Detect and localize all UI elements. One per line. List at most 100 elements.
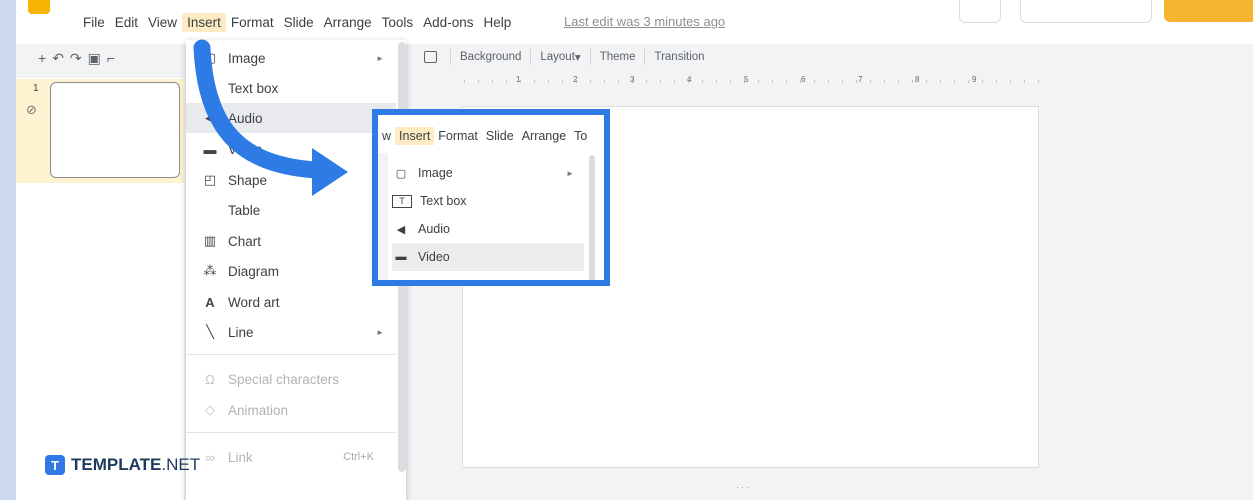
textbox-icon: T bbox=[206, 80, 214, 96]
ruler-number: 9 bbox=[972, 75, 977, 84]
menu-item-label: Special characters bbox=[228, 371, 340, 387]
zoom-side-panel bbox=[378, 153, 388, 280]
zoom-menu-format: Format bbox=[438, 129, 478, 143]
slide-animation-icon: ⊘ bbox=[26, 102, 37, 117]
insert-link-item: ∞ Link Ctrl+K bbox=[186, 442, 396, 472]
comment-icon[interactable] bbox=[424, 51, 437, 63]
insert-diagram-item[interactable]: ⁂ Diagram bbox=[186, 256, 396, 286]
paint-format-icon[interactable]: ⌐ bbox=[107, 50, 121, 66]
redo-icon[interactable]: ↷ bbox=[70, 50, 88, 66]
zoom-menu-slide: Slide bbox=[485, 129, 514, 143]
image-icon: ▢ bbox=[395, 167, 407, 180]
menu-edit[interactable]: Edit bbox=[110, 13, 143, 32]
menu-arrange[interactable]: Arrange bbox=[319, 13, 377, 32]
last-edit-link[interactable]: Last edit was 3 minutes ago bbox=[564, 14, 725, 29]
layout-button[interactable]: Layout bbox=[540, 51, 575, 63]
zoom-video-item: ▬ Video bbox=[392, 243, 584, 271]
submenu-arrow-icon: ► bbox=[376, 53, 384, 63]
ruler-number: 1 bbox=[516, 75, 521, 84]
textbox-icon: T bbox=[392, 194, 412, 208]
share-button[interactable] bbox=[1164, 0, 1253, 22]
resize-handle-icon[interactable]: ··· bbox=[736, 482, 751, 492]
toolbar-divider bbox=[589, 49, 591, 65]
menubar: File Edit View Insert Format Slide Arran… bbox=[16, 0, 1253, 44]
video-icon: ▬ bbox=[203, 141, 217, 157]
submenu-arrow-icon: ► bbox=[566, 168, 574, 178]
brand-name: TEMPLATE bbox=[71, 455, 162, 474]
ruler-number: 5 bbox=[744, 75, 749, 84]
slide-thumbnail[interactable] bbox=[50, 82, 180, 178]
menu-item-label: Table bbox=[228, 202, 261, 218]
background-button[interactable]: Background bbox=[460, 51, 521, 63]
shape-icon: ◰ bbox=[203, 172, 217, 187]
animation-icon: ◇ bbox=[205, 402, 215, 417]
chart-icon: ▥ bbox=[203, 233, 217, 248]
zoom-menu-insert: Insert bbox=[395, 127, 435, 145]
insert-line-item[interactable]: ╲ Line ► bbox=[186, 317, 396, 347]
ruler-number: 3 bbox=[630, 75, 635, 84]
zoom-menubar: w Insert Format Slide Arrange To bbox=[378, 127, 591, 145]
ruler-number: 8 bbox=[915, 75, 920, 84]
menu-item-label: Shape bbox=[228, 172, 268, 188]
insert-audio-item[interactable]: ◀ Audio bbox=[186, 103, 396, 133]
present-button[interactable] bbox=[1020, 0, 1152, 23]
menu-item-label: Text box bbox=[420, 194, 467, 208]
menu-item-label: Diagram bbox=[228, 263, 280, 279]
insert-textbox-item[interactable]: T Text box bbox=[186, 73, 396, 103]
horizontal-ruler bbox=[464, 75, 1039, 87]
menu-item-label: Link bbox=[228, 449, 253, 465]
toolbar-divider bbox=[530, 49, 532, 65]
word-art-icon: A bbox=[205, 294, 215, 310]
brand-logo: T TEMPLATE .NET bbox=[45, 455, 200, 475]
slide-number: 1 bbox=[33, 83, 39, 94]
menu-format[interactable]: Format bbox=[226, 13, 279, 32]
zoom-image-item: ▢ Image ► bbox=[392, 159, 584, 187]
menu-item-label: Audio bbox=[418, 222, 450, 236]
insert-table-item[interactable]: Table bbox=[186, 195, 396, 225]
transition-button[interactable]: Transition bbox=[654, 51, 704, 63]
theme-button[interactable]: Theme bbox=[600, 51, 636, 63]
undo-icon[interactable]: ↶ bbox=[52, 50, 70, 66]
menu-insert[interactable]: Insert bbox=[182, 13, 226, 32]
toolbar-divider bbox=[644, 49, 646, 65]
zoom-audio-item: ◀ Audio bbox=[392, 215, 584, 243]
zoom-textbox-item: T Text box bbox=[392, 187, 584, 215]
insert-word-art-item[interactable]: A Word art bbox=[186, 287, 396, 317]
toolbar-right: Background Layout ▾ Theme Transition bbox=[424, 49, 705, 65]
insert-chart-item[interactable]: ▥ Chart bbox=[186, 226, 396, 256]
menu-item-label: Video bbox=[418, 250, 450, 264]
menu-item-label: Audio bbox=[228, 110, 263, 126]
menu-item-label: Video bbox=[228, 141, 263, 157]
zoom-menu-arrange: Arrange bbox=[521, 129, 567, 143]
ruler-number: 6 bbox=[801, 75, 806, 84]
menu-view[interactable]: View bbox=[143, 13, 182, 32]
comment-history-button[interactable] bbox=[959, 0, 1001, 23]
menu-item-label: Image bbox=[418, 166, 453, 180]
menu-tools[interactable]: Tools bbox=[377, 13, 419, 32]
ruler-number: 2 bbox=[573, 75, 578, 84]
menu-item-label: Word art bbox=[228, 294, 280, 310]
menu-help[interactable]: Help bbox=[478, 13, 516, 32]
menu-slide[interactable]: Slide bbox=[279, 13, 319, 32]
audio-icon: ◀ bbox=[396, 223, 406, 236]
insert-shape-item[interactable]: ◰ Shape bbox=[186, 165, 396, 195]
toolbar-left-icons: +↶↷▣⌐ bbox=[38, 50, 121, 67]
ruler-number: 4 bbox=[687, 75, 692, 84]
insert-special-characters-item: Ω Special characters bbox=[186, 364, 396, 394]
menu-item-label: Image bbox=[228, 50, 266, 66]
menu-addons[interactable]: Add-ons bbox=[418, 13, 478, 32]
menu-file[interactable]: File bbox=[78, 13, 110, 32]
zoom-callout-content: w Insert Format Slide Arrange To ▢ Image… bbox=[378, 115, 604, 280]
insert-image-item[interactable]: ▢ Image ► bbox=[186, 43, 396, 73]
menu-divider bbox=[186, 432, 396, 433]
insert-video-item[interactable]: ▬ Video bbox=[186, 134, 396, 164]
new-slide-icon[interactable]: + bbox=[38, 50, 52, 66]
menu-items: File Edit View Insert Format Slide Arran… bbox=[78, 13, 516, 32]
layout-dropdown-icon[interactable]: ▾ bbox=[575, 50, 581, 64]
ruler-number: 7 bbox=[858, 75, 863, 84]
menu-item-label: Text box bbox=[228, 80, 279, 96]
print-icon[interactable]: ▣ bbox=[88, 50, 107, 66]
slides-logo[interactable] bbox=[28, 0, 50, 14]
menu-item-shortcut: Ctrl+K bbox=[343, 451, 374, 463]
submenu-arrow-icon: ► bbox=[376, 327, 384, 337]
